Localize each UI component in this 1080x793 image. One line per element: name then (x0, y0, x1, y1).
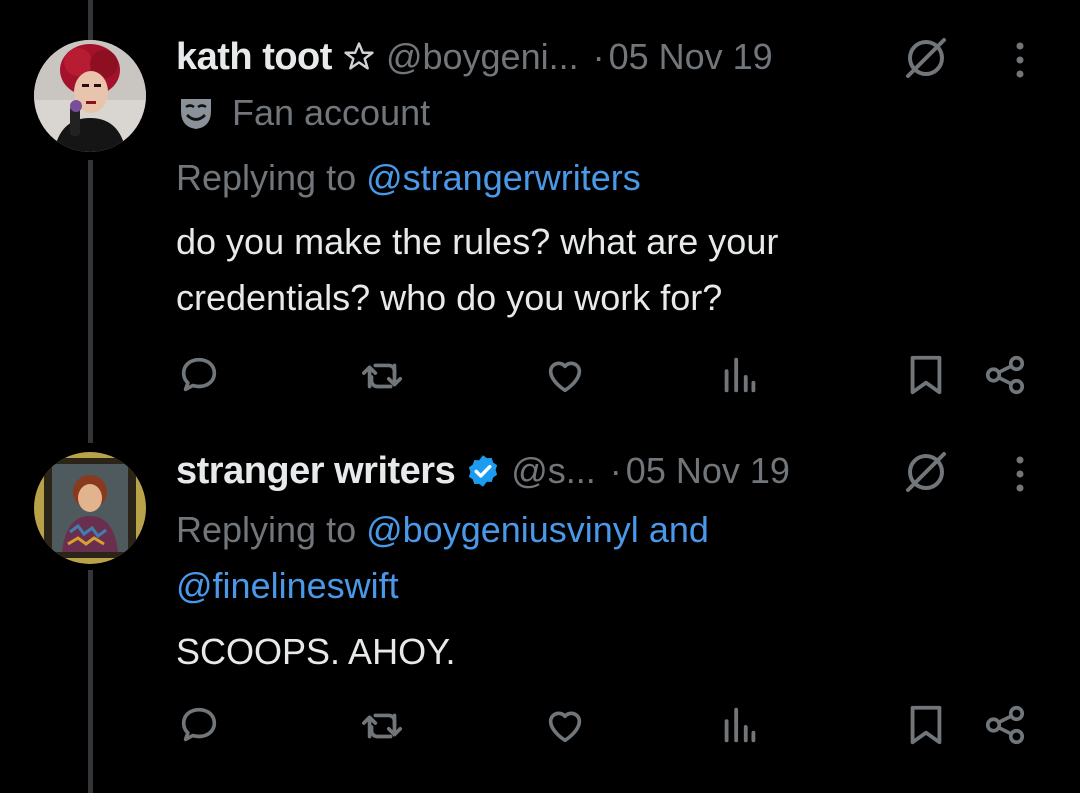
more-icon[interactable] (1010, 38, 1030, 82)
avatar-kath-toot[interactable] (34, 40, 146, 152)
author-handle[interactable]: @s... (511, 450, 596, 492)
separator-dot: · (592, 36, 605, 77)
tweet-text: do you make the rules? what are your cre… (176, 214, 1036, 326)
heart-icon[interactable] (542, 352, 588, 398)
views-icon[interactable] (720, 352, 760, 398)
heart-icon[interactable] (542, 702, 588, 748)
grok-icon[interactable] (902, 448, 950, 496)
mention-link[interactable]: @finelineswift (176, 565, 399, 606)
tweet-date[interactable]: 05 Nov 19 (609, 36, 773, 78)
tweet-1[interactable]: kath toot @boygeni... · 05 Nov 19 Fan ac… (0, 32, 1080, 412)
bookmark-icon[interactable] (906, 702, 946, 748)
star-icon (342, 40, 376, 74)
replying-prefix: Replying to (176, 509, 367, 550)
share-icon[interactable] (982, 352, 1028, 398)
replying-prefix: Replying to (176, 157, 367, 198)
tweet-2[interactable]: stranger writers @s... · 05 Nov 19 Reply… (0, 446, 1080, 793)
author-name[interactable]: stranger writers (176, 450, 456, 493)
account-label: Fan account (232, 92, 431, 133)
mention-link[interactable]: @boygeniusvinyl (366, 509, 639, 550)
automated-label: Fan account (176, 92, 430, 134)
separator-dot: · (609, 450, 622, 491)
retweet-icon[interactable] (358, 702, 408, 748)
replying-and: and (638, 509, 709, 550)
mention-link[interactable]: @strangerwriters (366, 157, 641, 198)
reply-icon[interactable] (176, 352, 222, 398)
tweet-text-line: SCOOPS. AHOY. (176, 631, 456, 672)
author-name[interactable]: kath toot (176, 36, 332, 79)
tweet-date[interactable]: 05 Nov 19 (626, 450, 790, 492)
views-icon[interactable] (720, 702, 760, 748)
retweet-icon[interactable] (358, 352, 408, 398)
replying-to: Replying to @boygeniusvinyl and @finelin… (176, 502, 709, 614)
tweet-text-line: credentials? who do you work for? (176, 277, 723, 318)
tweet-text: SCOOPS. AHOY. (176, 624, 1036, 680)
bookmark-icon[interactable] (906, 352, 946, 398)
fan-mask-icon (176, 93, 216, 133)
tweet-text-line: do you make the rules? what are your (176, 221, 779, 262)
share-icon[interactable] (982, 702, 1028, 748)
replying-to: Replying to @strangerwriters (176, 150, 641, 206)
more-icon[interactable] (1010, 452, 1030, 496)
tweet-2-actions (0, 702, 1080, 750)
avatar-stranger-writers[interactable] (34, 452, 146, 564)
verified-badge-icon (465, 453, 501, 489)
grok-icon[interactable] (902, 34, 950, 82)
reply-icon[interactable] (176, 702, 222, 748)
author-handle[interactable]: @boygeni... (386, 36, 579, 78)
tweet-1-actions (0, 352, 1080, 400)
